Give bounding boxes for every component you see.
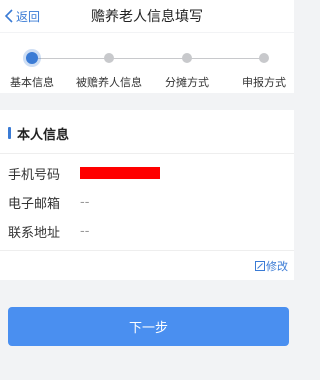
step-label-split-method: 分摊方式: [165, 76, 209, 89]
email-value: --: [80, 194, 90, 210]
step-progress: 基本信息 被赡养人信息 分摊方式 申报方式: [0, 33, 294, 93]
edit-label: 修改: [266, 260, 288, 273]
step-dot-split-method: [182, 53, 192, 63]
edit-icon: [255, 261, 265, 271]
next-step-button[interactable]: 下一步: [8, 307, 289, 346]
address-value: --: [80, 223, 90, 239]
personal-info-card: 本人信息 手机号码 电子邮箱 -- 联系地址 -- 修改: [0, 110, 294, 280]
step-dot-dependent-info: [104, 53, 114, 63]
step-dot-basic-info: [26, 52, 38, 64]
phone-label: 手机号码: [8, 167, 61, 183]
address-row: 联系地址 --: [8, 221, 89, 241]
step-track: [32, 58, 264, 59]
section-title: 本人信息: [17, 128, 70, 143]
nav-bar: 返回 赡养老人信息填写: [0, 0, 294, 32]
email-label: 电子邮箱: [8, 196, 61, 212]
step-label-basic-info: 基本信息: [10, 76, 54, 89]
section-accent-bar: [8, 127, 11, 139]
step-label-filing-method: 申报方式: [242, 76, 286, 89]
edit-button[interactable]: 修改: [255, 258, 288, 274]
step-dot-filing-method: [259, 53, 269, 63]
page-title: 赡养老人信息填写: [91, 9, 203, 25]
divider: [0, 250, 294, 251]
phone-value-redacted: [80, 167, 160, 179]
section-header: 本人信息: [0, 110, 294, 154]
email-row: 电子邮箱 --: [8, 192, 89, 212]
address-label: 联系地址: [8, 225, 61, 241]
phone-row: 手机号码: [8, 163, 160, 183]
step-label-dependent-info: 被赡养人信息: [76, 76, 142, 89]
